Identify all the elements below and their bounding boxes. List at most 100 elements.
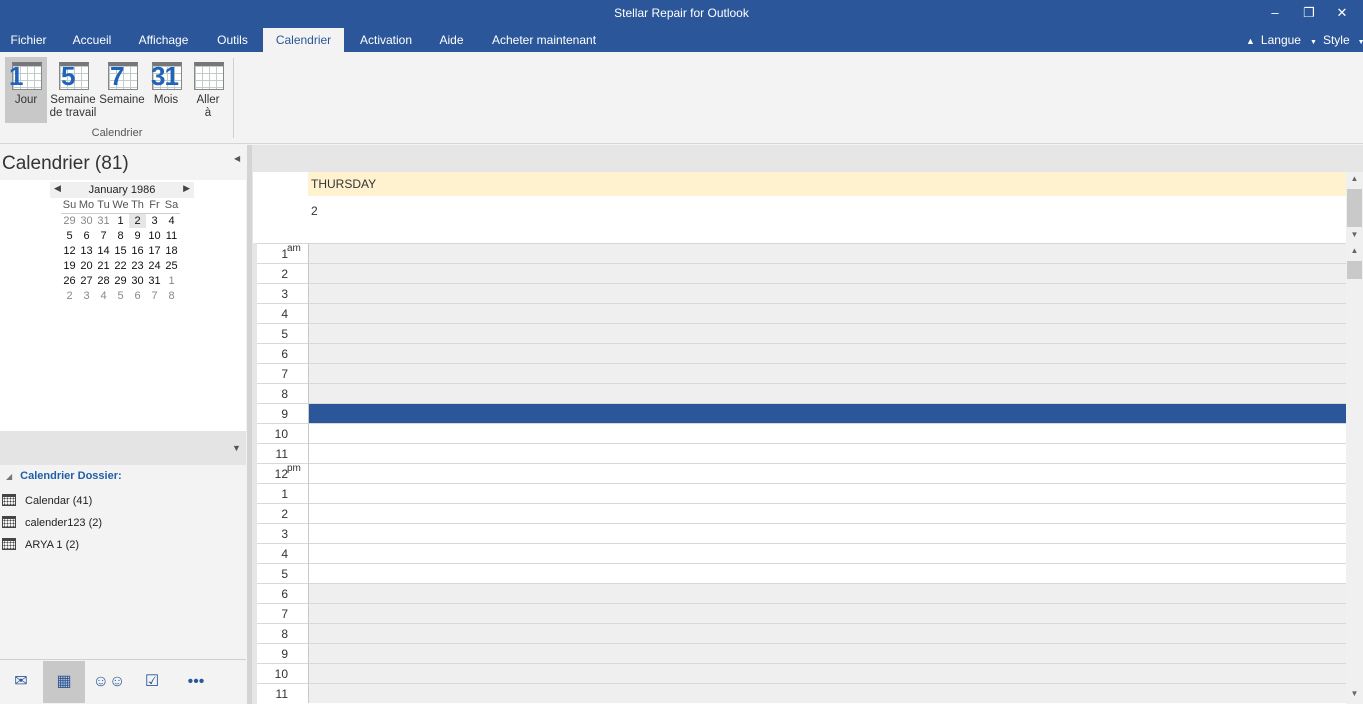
calendar-day[interactable]: 14	[95, 243, 112, 258]
calendar-day[interactable]: 8	[112, 228, 129, 243]
style-menu[interactable]: ▼ Style ▼	[1310, 28, 1363, 52]
time-slot[interactable]	[308, 543, 1346, 563]
calendar-day[interactable]: 6	[78, 228, 95, 243]
calendar-day[interactable]: 18	[163, 243, 180, 258]
close-button[interactable]: ✕	[1328, 4, 1356, 22]
header-scrollbar[interactable]: ▲ ▼	[1346, 172, 1363, 243]
time-slot[interactable]	[308, 343, 1346, 363]
calendar-day[interactable]: 10	[146, 228, 163, 243]
calendar-day[interactable]: 29	[112, 273, 129, 288]
calendar-icon[interactable]: ▦	[43, 661, 85, 703]
next-month-icon[interactable]: ▶	[183, 183, 190, 194]
time-slot[interactable]	[308, 623, 1346, 643]
calendar-day[interactable]: 3	[78, 288, 95, 303]
menu-accueil[interactable]: Accueil	[62, 28, 122, 52]
time-slot[interactable]	[308, 303, 1346, 323]
dropdown-arrow-icon[interactable]: ▼	[232, 443, 241, 453]
semaine-button[interactable]: 7 Semaine	[99, 57, 145, 123]
calendar-day[interactable]: 5	[61, 228, 78, 243]
time-slot[interactable]	[308, 423, 1346, 443]
calendar-day[interactable]: 25	[163, 258, 180, 273]
calendar-day[interactable]: 6	[129, 288, 146, 303]
calendar-day[interactable]: 29	[61, 213, 78, 228]
calendar-day[interactable]: 12	[61, 243, 78, 258]
menu-acheter[interactable]: Acheter maintenant	[482, 28, 606, 52]
calendar-day[interactable]: 1	[163, 273, 180, 288]
aller-a-button[interactable]: Aller à	[188, 57, 228, 123]
calendar-day[interactable]: 8	[163, 288, 180, 303]
time-slot[interactable]	[308, 283, 1346, 303]
folder-list-header[interactable]: ◢ Calendrier Dossier:	[6, 470, 122, 482]
scroll-down-icon[interactable]: ▼	[1346, 689, 1363, 698]
time-slot[interactable]	[308, 403, 1346, 423]
time-slot[interactable]	[308, 263, 1346, 283]
calendar-day[interactable]: 17	[146, 243, 163, 258]
jour-button[interactable]: 1 Jour	[5, 57, 47, 123]
scroll-up-icon[interactable]: ▲	[1346, 246, 1363, 255]
time-slot[interactable]	[308, 523, 1346, 543]
day-scrollbar[interactable]: ▲ ▼	[1346, 243, 1363, 704]
time-slot[interactable]	[308, 323, 1346, 343]
calendar-day[interactable]: 30	[78, 213, 95, 228]
minimize-button[interactable]: –	[1261, 4, 1289, 22]
calendar-day[interactable]: 2	[129, 213, 146, 228]
time-slot[interactable]	[308, 243, 1346, 263]
calendar-day[interactable]: 5	[112, 288, 129, 303]
calendar-day[interactable]: 30	[129, 273, 146, 288]
collapse-pane-icon[interactable]: ◀	[234, 154, 240, 163]
calendar-day[interactable]: 7	[146, 288, 163, 303]
menu-activation[interactable]: Activation	[350, 28, 422, 52]
calendar-day[interactable]: 23	[129, 258, 146, 273]
menu-fichier[interactable]: Fichier	[0, 28, 57, 52]
mois-button[interactable]: 31 Mois	[146, 57, 186, 123]
time-slot[interactable]	[308, 683, 1346, 703]
semaine-de-travail-button[interactable]: 5 Semaine de travail	[48, 57, 98, 123]
time-slot[interactable]	[308, 443, 1346, 463]
scroll-thumb[interactable]	[1347, 261, 1362, 279]
calendar-day[interactable]: 4	[95, 288, 112, 303]
time-slot[interactable]	[308, 483, 1346, 503]
menu-calendrier[interactable]: Calendrier	[263, 28, 344, 52]
calendar-day[interactable]: 31	[146, 273, 163, 288]
people-icon[interactable]: ☺☺	[88, 661, 130, 703]
calendar-day[interactable]: 2	[61, 288, 78, 303]
calendar-day[interactable]: 11	[163, 228, 180, 243]
calendar-day[interactable]: 22	[112, 258, 129, 273]
calendar-day[interactable]: 9	[129, 228, 146, 243]
langue-menu[interactable]: ▲ Langue	[1246, 28, 1301, 52]
time-slot[interactable]	[308, 583, 1346, 603]
more-icon[interactable]: •••	[175, 661, 217, 703]
calendar-day[interactable]: 24	[146, 258, 163, 273]
time-slot[interactable]	[308, 663, 1346, 683]
calendar-day[interactable]: 7	[95, 228, 112, 243]
calendar-day[interactable]: 15	[112, 243, 129, 258]
menu-aide[interactable]: Aide	[430, 28, 473, 52]
calendar-day[interactable]: 13	[78, 243, 95, 258]
restore-button[interactable]: ❐	[1295, 4, 1323, 22]
calendar-day[interactable]: 28	[95, 273, 112, 288]
calendar-day[interactable]: 27	[78, 273, 95, 288]
calendar-day[interactable]: 31	[95, 213, 112, 228]
menu-affichage[interactable]: Affichage	[130, 28, 197, 52]
calendar-day[interactable]: 1	[112, 213, 129, 228]
calendar-day[interactable]: 20	[78, 258, 95, 273]
time-slot[interactable]	[308, 463, 1346, 483]
calendar-day[interactable]: 26	[61, 273, 78, 288]
calendar-day[interactable]: 3	[146, 213, 163, 228]
time-slot[interactable]	[308, 603, 1346, 623]
scroll-down-icon[interactable]: ▼	[1346, 230, 1363, 239]
calendar-day[interactable]: 21	[95, 258, 112, 273]
time-slot[interactable]	[308, 563, 1346, 583]
folder-item[interactable]: ARYA 1 (2)	[2, 536, 79, 554]
time-slot[interactable]	[308, 643, 1346, 663]
time-slot[interactable]	[308, 383, 1346, 403]
time-slot[interactable]	[308, 503, 1346, 523]
scroll-up-icon[interactable]: ▲	[1346, 174, 1363, 183]
calendar-day[interactable]: 4	[163, 213, 180, 228]
folder-item[interactable]: Calendar (41)	[2, 492, 92, 510]
folder-item[interactable]: calender123 (2)	[2, 514, 102, 532]
tasks-icon[interactable]: ☑	[131, 661, 173, 703]
mail-icon[interactable]: ✉	[0, 661, 42, 703]
calendar-day[interactable]: 19	[61, 258, 78, 273]
calendar-day[interactable]: 16	[129, 243, 146, 258]
